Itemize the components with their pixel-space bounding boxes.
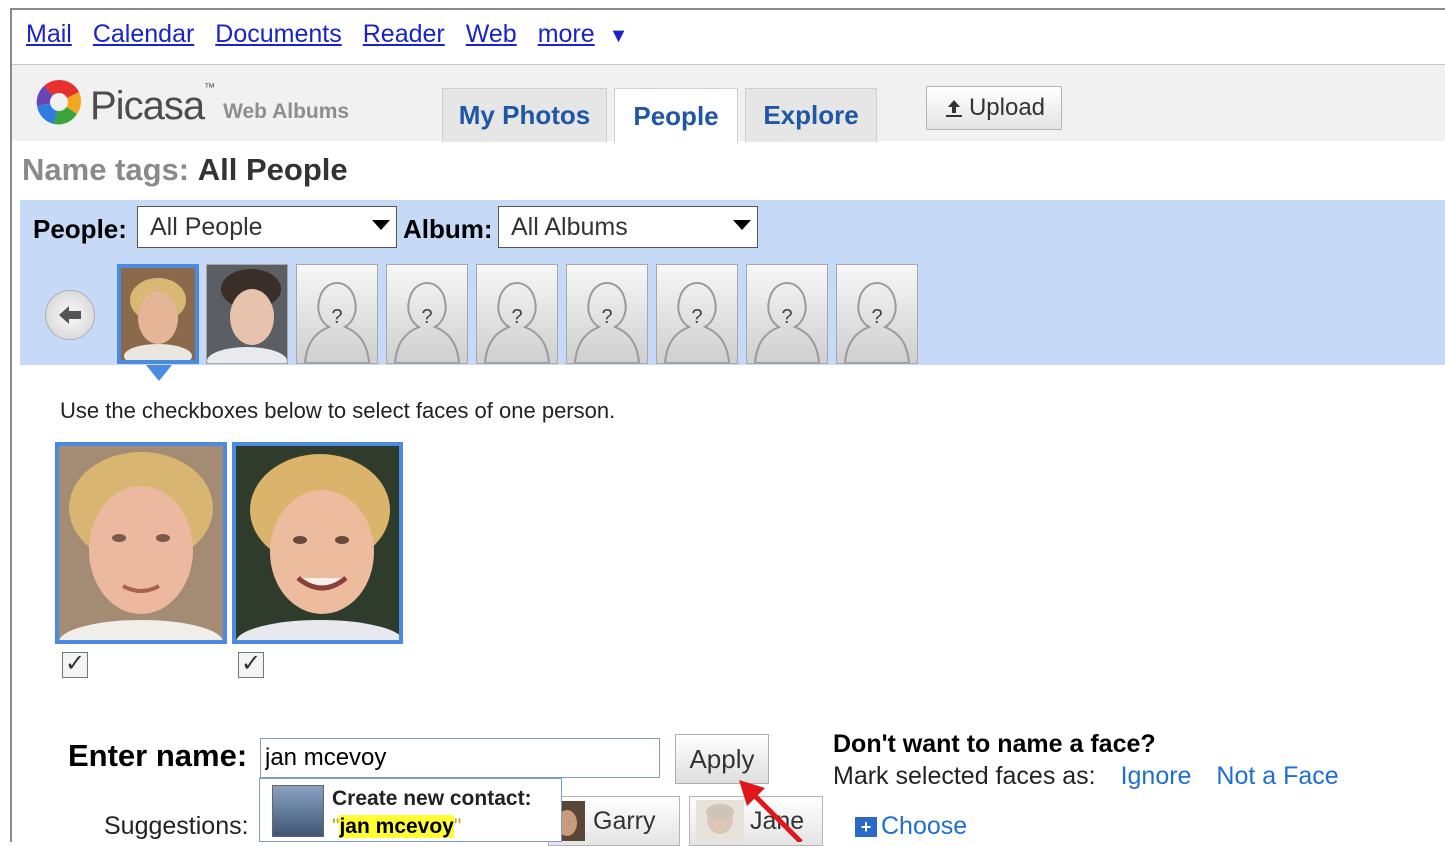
frame-top-border [10, 8, 1445, 10]
page-title: Name tags: All People [22, 152, 348, 188]
person-thumb-unknown-5[interactable]: ? [656, 264, 738, 364]
chevron-down-icon [733, 220, 751, 230]
unknown-person-icon: ? [573, 281, 641, 364]
unknown-person-icon: ? [843, 281, 911, 364]
unknown-person-icon: ? [303, 281, 371, 364]
person-thumb-unknown-3[interactable]: ? [476, 264, 558, 364]
highlighted-name: jan mcevoy [339, 815, 454, 838]
album-select-value: All Albums [511, 212, 628, 241]
enter-name-label: Enter name: [68, 738, 248, 773]
unknown-person-icon: ? [483, 281, 551, 364]
upload-arrow-icon [945, 100, 962, 117]
tab-explore[interactable]: Explore [745, 88, 877, 142]
tab-people[interactable]: People [614, 88, 738, 143]
upload-label: Upload [968, 94, 1046, 121]
suggestion-garry[interactable]: Garry [548, 796, 680, 846]
left-arrow-icon [59, 306, 81, 324]
question-mark: ? [331, 306, 342, 328]
person-thumb-unknown-6[interactable]: ? [746, 264, 828, 364]
person-thumb-2[interactable] [206, 264, 288, 375]
logo-subtitle: Web Albums [223, 100, 350, 123]
question-mark: ? [871, 306, 882, 328]
people-filter-label: People: [33, 214, 127, 244]
mark-as-row: Mark selected faces as: Ignore Not a Fac… [833, 762, 1339, 791]
album-select[interactable]: All Albums [498, 206, 758, 248]
question-mark: ? [601, 306, 612, 328]
page-title-prefix: Name tags: [22, 152, 190, 187]
unknown-person-icon: ? [393, 281, 461, 364]
person-thumb-unknown-4[interactable]: ? [566, 264, 648, 364]
face-photo-woman [121, 268, 195, 368]
question-mark: ? [421, 306, 432, 328]
dont-want-heading: Don't want to name a face? [833, 730, 1156, 758]
link-documents[interactable]: Documents [215, 20, 341, 48]
logo-wordmark: Picasa [90, 84, 205, 128]
more-dropdown-icon[interactable]: ▼ [609, 25, 629, 47]
autocomplete-name: "jan mcevoy" [332, 815, 461, 839]
close-quote: " [453, 815, 462, 838]
page-title-value: All People [197, 152, 348, 187]
link-calendar[interactable]: Calendar [93, 20, 194, 48]
ignore-link[interactable]: Ignore [1121, 762, 1192, 790]
face-photo-woman-1 [59, 446, 223, 664]
face-photo-young-man [207, 265, 287, 375]
contact-avatar-icon [272, 785, 324, 837]
selection-pointer [146, 365, 172, 381]
person-thumb-unknown-1[interactable]: ? [296, 264, 378, 364]
link-more[interactable]: more [538, 20, 595, 48]
question-mark: ? [691, 306, 702, 328]
back-arrow-button[interactable] [45, 290, 95, 340]
not-a-face-link[interactable]: Not a Face [1216, 762, 1338, 790]
people-select-value: All People [150, 212, 263, 241]
question-mark: ? [781, 306, 792, 328]
link-web[interactable]: Web [466, 20, 517, 48]
picasa-logo[interactable]: Picasa ™ Web Albums [34, 78, 349, 126]
logo-trademark: ™ [204, 82, 216, 94]
red-annotation-arrow-icon [739, 780, 803, 842]
upload-button[interactable]: Upload [926, 86, 1062, 130]
face-checkbox-1[interactable]: ✓ [62, 652, 88, 678]
question-mark: ? [511, 306, 522, 328]
unknown-person-icon: ? [663, 281, 731, 364]
person-thumb-unknown-7[interactable]: ? [836, 264, 918, 364]
picasa-pinwheel-icon [36, 79, 82, 125]
person-thumb-unknown-2[interactable]: ? [386, 264, 468, 364]
google-services-bar: Mail Calendar Documents Reader Web more ▼ [26, 20, 628, 49]
link-mail[interactable]: Mail [26, 20, 72, 48]
autocomplete-title: Create new contact: [332, 787, 532, 810]
suggestions-label: Suggestions: [104, 812, 249, 840]
people-select[interactable]: All People [137, 206, 397, 248]
choose-contact-link[interactable]: + Choose [855, 812, 967, 841]
unknown-person-icon: ? [753, 281, 821, 364]
face-tile-1[interactable] [55, 442, 227, 664]
mark-as-label: Mark selected faces as: [833, 762, 1096, 790]
instruction-text: Use the checkboxes below to select faces… [60, 398, 616, 423]
face-tile-2[interactable] [232, 442, 404, 664]
choose-label: Choose [881, 812, 968, 840]
person-thumb-1-selected[interactable] [117, 264, 199, 368]
chevron-down-icon [372, 220, 390, 230]
face-photo-woman-2 [236, 446, 404, 664]
autocomplete-create-contact[interactable]: Create new contact: "jan mcevoy" [259, 778, 562, 842]
link-reader[interactable]: Reader [363, 20, 445, 48]
album-filter-label: Album: [403, 214, 493, 244]
name-input[interactable] [260, 738, 660, 778]
tab-my-photos[interactable]: My Photos [442, 88, 607, 142]
plus-icon: + [855, 816, 877, 837]
suggestion-label: Garry [593, 806, 656, 835]
face-checkbox-2[interactable]: ✓ [238, 652, 264, 678]
